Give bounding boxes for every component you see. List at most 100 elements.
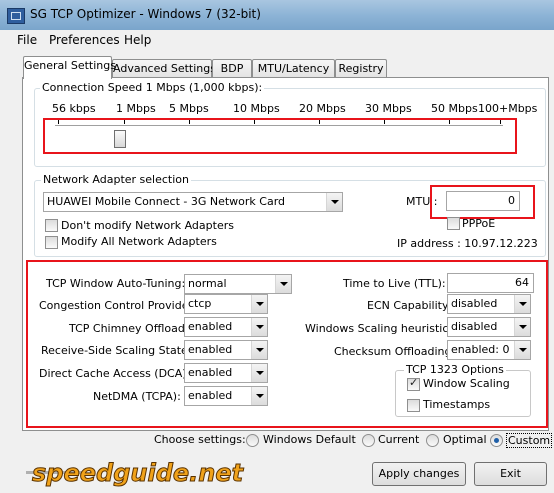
ttl-label: Time to Live (TTL):: [343, 277, 446, 290]
tab-registry[interactable]: Registry: [335, 59, 387, 78]
slider-tick: [189, 120, 190, 124]
dca-label: Direct Cache Access (DCA):: [39, 367, 191, 380]
speed-slider-thumb[interactable]: [114, 130, 126, 148]
slider-tick: [449, 120, 450, 124]
adapter-select-value: HUAWEI Mobile Connect - 3G Network Card: [47, 195, 286, 208]
tab-mtu-latency[interactable]: MTU/Latency: [252, 59, 335, 78]
checksum-offloading-label: Checksum Offloading:: [334, 345, 456, 358]
netdma-label: NetDMA (TCPA):: [93, 390, 181, 403]
window-title: SG TCP Optimizer - Windows 7 (32-bit): [30, 7, 261, 21]
exit-button[interactable]: Exit: [474, 462, 547, 486]
dont-modify-checkbox[interactable]: [45, 219, 58, 232]
tcp-chimney-label: TCP Chimney Offload:: [69, 322, 189, 335]
scaling-heuristics-select[interactable]: disabled: [447, 317, 531, 337]
tick-label-5mbps: 5 Mbps: [169, 102, 209, 115]
rss-state-select[interactable]: enabled: [184, 340, 268, 360]
netdma-select[interactable]: enabled: [184, 386, 268, 406]
congestion-control-label: Congestion Control Provider:: [39, 299, 197, 312]
speed-slider-track[interactable]: [55, 125, 503, 129]
checksum-offloading-select[interactable]: enabled: 0: [447, 340, 531, 360]
tick-label-30mbps: 30 Mbps: [365, 102, 412, 115]
tcp-window-autotuning-value: normal: [188, 277, 227, 290]
tick-label-50mbps: 50 Mbps: [431, 102, 478, 115]
connection-speed-label: Connection Speed 1 Mbps (1,000 kbps):: [40, 81, 265, 94]
menu-help[interactable]: Help: [124, 33, 151, 47]
timestamps-label: Timestamps: [423, 398, 491, 411]
network-adapter-label: Network Adapter selection: [41, 173, 192, 186]
ecn-value: disabled: [451, 297, 498, 310]
chevron-down-icon[interactable]: [514, 341, 530, 359]
chevron-down-icon[interactable]: [251, 341, 267, 359]
ttl-value: 64: [515, 276, 529, 289]
ecn-label: ECN Capability:: [367, 299, 452, 312]
radio-current[interactable]: [362, 434, 375, 447]
tick-label-20mbps: 20 Mbps: [299, 102, 346, 115]
checksum-offloading-value: enabled: 0: [451, 343, 510, 356]
logo-text: speedguide.net: [32, 459, 245, 487]
tab-general-settings[interactable]: General Settings: [23, 56, 116, 79]
pppoe-label: PPPoE: [462, 217, 496, 230]
radio-current-label: Current: [378, 433, 420, 446]
menu-preferences[interactable]: Preferences: [49, 33, 120, 47]
ttl-field[interactable]: 64: [447, 273, 534, 293]
mtu-value: 0: [508, 194, 515, 207]
radio-optimal[interactable]: [426, 434, 439, 447]
tab-bdp[interactable]: BDP: [212, 59, 252, 78]
tcp-chimney-value: enabled: [188, 320, 233, 333]
tcp-window-autotuning-select[interactable]: normal: [184, 274, 292, 294]
modify-all-checkbox[interactable]: [45, 236, 58, 249]
choose-settings-label: Choose settings:: [154, 433, 246, 446]
chevron-down-icon[interactable]: [251, 364, 267, 382]
tcp-chimney-select[interactable]: enabled: [184, 317, 268, 337]
chevron-down-icon[interactable]: [275, 275, 291, 293]
tcp-window-autotuning-label: TCP Window Auto-Tuning:: [46, 277, 186, 290]
scaling-heuristics-value: disabled: [451, 320, 498, 333]
menu-file[interactable]: File: [17, 33, 37, 47]
window-scaling-label: Window Scaling: [423, 377, 510, 390]
menu-bar: File Preferences Help: [0, 30, 554, 50]
ip-address-text: IP address : 10.97.12.223: [397, 237, 538, 250]
tcp1323-title: TCP 1323 Options: [404, 363, 506, 376]
slider-tick: [124, 120, 125, 124]
speedguide-logo-graphic: speedguide.net: [26, 459, 245, 488]
chevron-down-icon[interactable]: [326, 193, 342, 211]
timestamps-checkbox[interactable]: [407, 399, 420, 412]
slider-tick: [500, 120, 501, 124]
rss-state-value: enabled: [188, 343, 233, 356]
mtu-field[interactable]: 0: [446, 191, 520, 211]
apply-changes-button[interactable]: Apply changes: [372, 462, 466, 486]
tick-label-100mbps: 100+Mbps: [478, 102, 538, 115]
radio-custom[interactable]: [490, 434, 503, 447]
pppoe-checkbox[interactable]: [447, 217, 460, 230]
dca-value: enabled: [188, 366, 233, 379]
slider-tick: [384, 120, 385, 124]
chevron-down-icon[interactable]: [251, 295, 267, 313]
congestion-control-select[interactable]: ctcp: [184, 294, 268, 314]
window-scaling-checkbox[interactable]: [407, 376, 420, 391]
ecn-select[interactable]: disabled: [447, 294, 531, 314]
radio-windows-default-label: Windows Default: [263, 433, 356, 446]
chevron-down-icon[interactable]: [251, 318, 267, 336]
adapter-select[interactable]: HUAWEI Mobile Connect - 3G Network Card: [43, 192, 343, 212]
radio-custom-label: Custom: [506, 433, 553, 448]
radio-optimal-label: Optimal: [443, 433, 487, 446]
tab-advanced-settings[interactable]: Advanced Settings: [112, 59, 216, 78]
dca-select[interactable]: enabled: [184, 363, 268, 383]
chevron-down-icon[interactable]: [251, 387, 267, 405]
slider-tick: [58, 120, 59, 124]
congestion-control-value: ctcp: [188, 297, 212, 310]
tick-label-10mbps: 10 Mbps: [233, 102, 280, 115]
app-icon: [7, 8, 25, 24]
chevron-down-icon[interactable]: [514, 318, 530, 336]
slider-tick: [319, 120, 320, 124]
chevron-down-icon[interactable]: [514, 295, 530, 313]
rss-state-label: Receive-Side Scaling State:: [41, 344, 192, 357]
tick-label-56kbps: 56 kbps: [52, 102, 96, 115]
speedguide-logo: speedguide.net: [26, 455, 246, 489]
scaling-heuristics-label: Windows Scaling heuristics:: [305, 322, 458, 335]
modify-all-label: Modify All Network Adapters: [61, 235, 217, 248]
tick-label-1mbps: 1 Mbps: [116, 102, 156, 115]
netdma-value: enabled: [188, 389, 233, 402]
slider-tick: [254, 120, 255, 124]
radio-windows-default[interactable]: [246, 434, 259, 447]
